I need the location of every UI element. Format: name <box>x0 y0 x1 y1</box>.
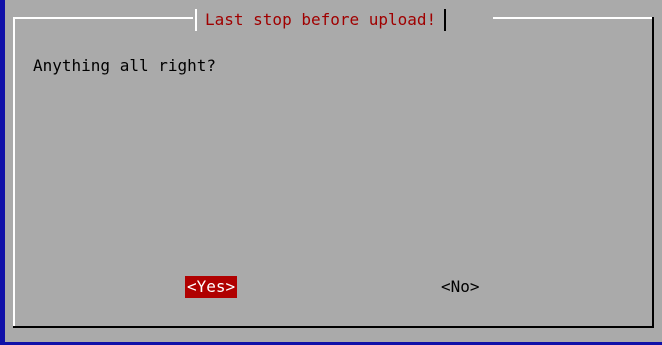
dialog-title: Last stop before upload! <box>205 10 437 29</box>
yes-button[interactable]: <Yes> <box>185 276 238 298</box>
frame-left <box>13 17 15 326</box>
dialog-message: Anything all right? <box>33 56 217 75</box>
frame-top-left <box>13 17 193 19</box>
frame-right <box>652 17 654 328</box>
title-right-bracket <box>444 9 447 31</box>
frame-bottom <box>13 326 654 328</box>
dialog-box: Last stop before upload! Anything all ri… <box>5 0 662 342</box>
no-button[interactable]: <No> <box>439 276 482 298</box>
dialog-title-bar: Last stop before upload! <box>195 8 447 32</box>
frame-top-right <box>493 17 654 19</box>
terminal-screen: Last stop before upload! Anything all ri… <box>0 0 662 345</box>
